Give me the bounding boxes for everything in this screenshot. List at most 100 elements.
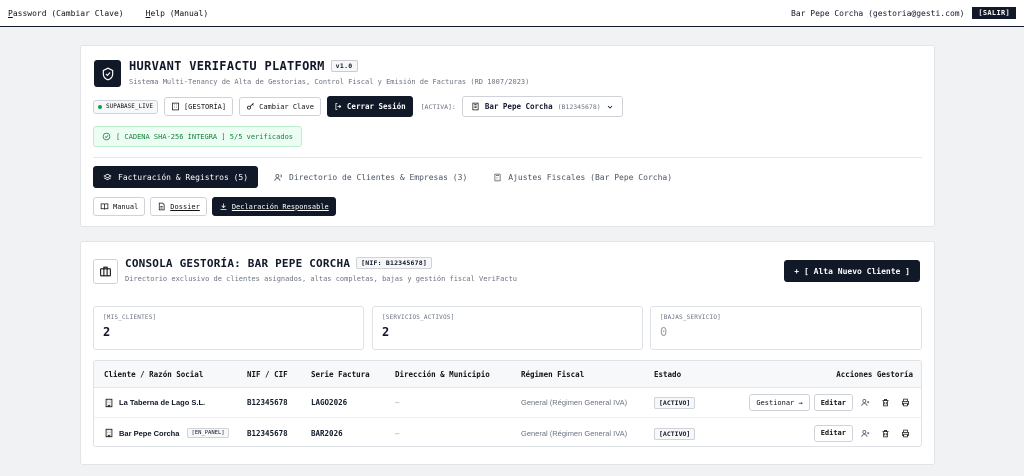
- menu-password-rest: assword (Cambiar Clave): [12, 8, 124, 18]
- cell-acciones: Gestionar → Editar: [722, 394, 921, 411]
- manual-label: Manual: [113, 202, 139, 211]
- stat-label: [SERVICIOS_ACTIVOS]: [382, 314, 455, 321]
- declaracion-label: Declaración Responsable: [231, 202, 329, 211]
- status-badge: [ACTIVO]: [654, 427, 696, 440]
- tab-directorio[interactable]: Directorio de Clientes & Empresas (3): [264, 166, 477, 188]
- stat-bajas-servicio: [BAJAS_SERVICIO] 0: [650, 306, 922, 350]
- app-subtitle: Sistema Multi-Tenancy de Alta de Gestori…: [129, 78, 530, 86]
- stat-value: 2: [382, 325, 390, 339]
- building-icon: [105, 398, 113, 407]
- cell-direccion: —: [395, 398, 400, 407]
- active-label: [ACTIVA]:: [420, 102, 456, 111]
- role-button[interactable]: [GESTORÍA]: [163, 97, 234, 116]
- stat-mis-clientes: [MIS_CLIENTES] 2: [93, 306, 364, 350]
- change-password-button[interactable]: Cambiar Clave: [239, 97, 321, 116]
- layers-icon: [103, 173, 112, 180]
- menu-help[interactable]: Help (Manual): [146, 9, 209, 18]
- console-card: CONSOLA GESTORÍA: BAR PEPE CORCHA [NIF: B…: [80, 241, 935, 465]
- logout-icon: [335, 103, 342, 110]
- col-header-acciones: Acciones Gestoría: [836, 369, 913, 379]
- col-header-cliente: Cliente / Razón Social: [104, 369, 204, 379]
- tab-directorio-label: Directorio de Clientes & Empresas (3): [289, 172, 468, 182]
- clients-table: Cliente / Razón Social NIF / CIF Serie F…: [93, 360, 922, 447]
- cell-estado: [ACTIVO]: [654, 397, 722, 409]
- plus-icon: +: [794, 266, 800, 276]
- file-icon: [159, 202, 165, 211]
- cell-estado: [ACTIVO]: [654, 427, 722, 440]
- menu-bar: Password (Cambiar Clave) Help (Manual) B…: [0, 0, 1024, 27]
- change-password-label: Cambiar Clave: [259, 102, 314, 111]
- gestionar-button[interactable]: Gestionar →: [749, 394, 810, 411]
- building-icon: [472, 102, 479, 111]
- logout-button[interactable]: Cerrar Sesión: [326, 96, 413, 117]
- main-tabs: Facturación & Registros (5) Directorio d…: [93, 166, 682, 188]
- salir-button[interactable]: [SALIR]: [972, 7, 1016, 19]
- shield-logo-icon: [94, 60, 121, 87]
- controls-row: SUPABASE_LIVE [GESTORÍA] Cambiar Clave C…: [93, 96, 623, 117]
- print-icon[interactable]: [897, 394, 913, 411]
- col-header-regimen: Régimen Fiscal: [521, 369, 585, 379]
- user-assign-icon[interactable]: [857, 394, 873, 411]
- table-header: Cliente / Razón Social NIF / CIF Serie F…: [94, 361, 921, 388]
- briefcase-icon: [93, 259, 118, 284]
- check-circle-icon: [102, 132, 111, 141]
- add-client-button[interactable]: + [ Alta Nuevo Cliente ]: [784, 260, 920, 282]
- manual-button[interactable]: Manual: [93, 197, 146, 216]
- tab-ajustes[interactable]: Ajustes Fiscales (Bar Pepe Corcha): [483, 166, 682, 188]
- users-icon: [274, 173, 282, 181]
- env-badge-label: SUPABASE_LIVE: [106, 103, 153, 110]
- dossier-label: Dossier: [170, 202, 200, 211]
- table-row: Bar Pepe Corcha [EN_PANEL] B12345678 BAR…: [94, 418, 921, 446]
- declaracion-button[interactable]: Declaración Responsable: [211, 197, 336, 216]
- console-title-text: CONSOLA GESTORÍA: BAR PEPE CORCHA: [125, 257, 351, 270]
- cell-acciones: Editar: [722, 424, 921, 442]
- console-subtitle: Directorio exclusivo de clientes asignad…: [125, 275, 517, 283]
- chain-integrity-badge: [ CADENA SHA-256 ÍNTEGRA ] 5/5 verificad…: [93, 126, 303, 147]
- user-assign-icon[interactable]: [857, 425, 873, 442]
- app-title: HURVANT VERIFACTU PLATFORM v1.0: [129, 59, 358, 73]
- trash-icon[interactable]: [877, 394, 893, 411]
- client-name: La Taberna de Lago S.L.: [119, 398, 206, 407]
- cell-regimen: General (Régimen General IVA): [521, 428, 628, 438]
- menu-password[interactable]: Password (Cambiar Clave): [8, 9, 124, 18]
- cell-serie: LAGO2026: [311, 398, 348, 407]
- console-title: CONSOLA GESTORÍA: BAR PEPE CORCHA [NIF: B…: [125, 257, 432, 270]
- app-title-text: HURVANT VERIFACTU PLATFORM: [129, 59, 325, 73]
- building-icon: [172, 102, 179, 111]
- col-header-serie: Serie Factura: [311, 369, 370, 379]
- company-select[interactable]: Bar Pepe Corcha (B12345678): [461, 96, 623, 117]
- col-header-direccion: Dirección & Municipio: [395, 369, 490, 379]
- stat-value: 2: [103, 325, 111, 339]
- cell-direccion: —: [395, 428, 400, 438]
- status-badge: [ACTIVO]: [654, 397, 696, 409]
- tab-facturacion-label: Facturación & Registros (5): [118, 172, 249, 182]
- divider: [93, 157, 922, 158]
- console-nif-badge: [NIF: B12345678]: [356, 257, 432, 269]
- dossier-button[interactable]: Dossier: [150, 197, 207, 216]
- status-dot-icon: [98, 104, 102, 109]
- cell-serie: BAR2026: [311, 428, 343, 438]
- stat-servicios-activos: [SERVICIOS_ACTIVOS] 2: [372, 306, 643, 350]
- edit-button[interactable]: Editar: [813, 394, 853, 411]
- cell-regimen: General (Régimen General IVA): [521, 398, 628, 407]
- role-button-label: [GESTORÍA]: [183, 102, 227, 111]
- menu-help-rest: elp (Manual): [150, 8, 209, 18]
- tab-facturacion[interactable]: Facturación & Registros (5): [93, 166, 259, 188]
- cell-nif: B12345678: [247, 428, 288, 438]
- stat-label: [BAJAS_SERVICIO]: [660, 314, 721, 321]
- cell-cliente: La Taberna de Lago S.L.: [94, 398, 247, 408]
- print-icon[interactable]: [897, 425, 913, 442]
- document-buttons: Manual Dossier Declaración Responsable: [93, 197, 336, 216]
- tab-ajustes-label: Ajustes Fiscales (Bar Pepe Corcha): [508, 172, 673, 182]
- book-icon: [100, 203, 109, 210]
- logout-label: Cerrar Sesión: [346, 102, 406, 111]
- edit-button[interactable]: Editar: [813, 424, 853, 442]
- version-badge: v1.0: [330, 60, 358, 72]
- stat-label: [MIS_CLIENTES]: [103, 314, 157, 321]
- platform-card: HURVANT VERIFACTU PLATFORM v1.0 Sistema M…: [80, 45, 935, 227]
- col-header-nif: NIF / CIF: [247, 369, 288, 379]
- building-icon: [105, 428, 113, 438]
- trash-icon[interactable]: [877, 425, 893, 442]
- chevron-down-icon: [607, 105, 612, 109]
- download-icon: [220, 203, 227, 210]
